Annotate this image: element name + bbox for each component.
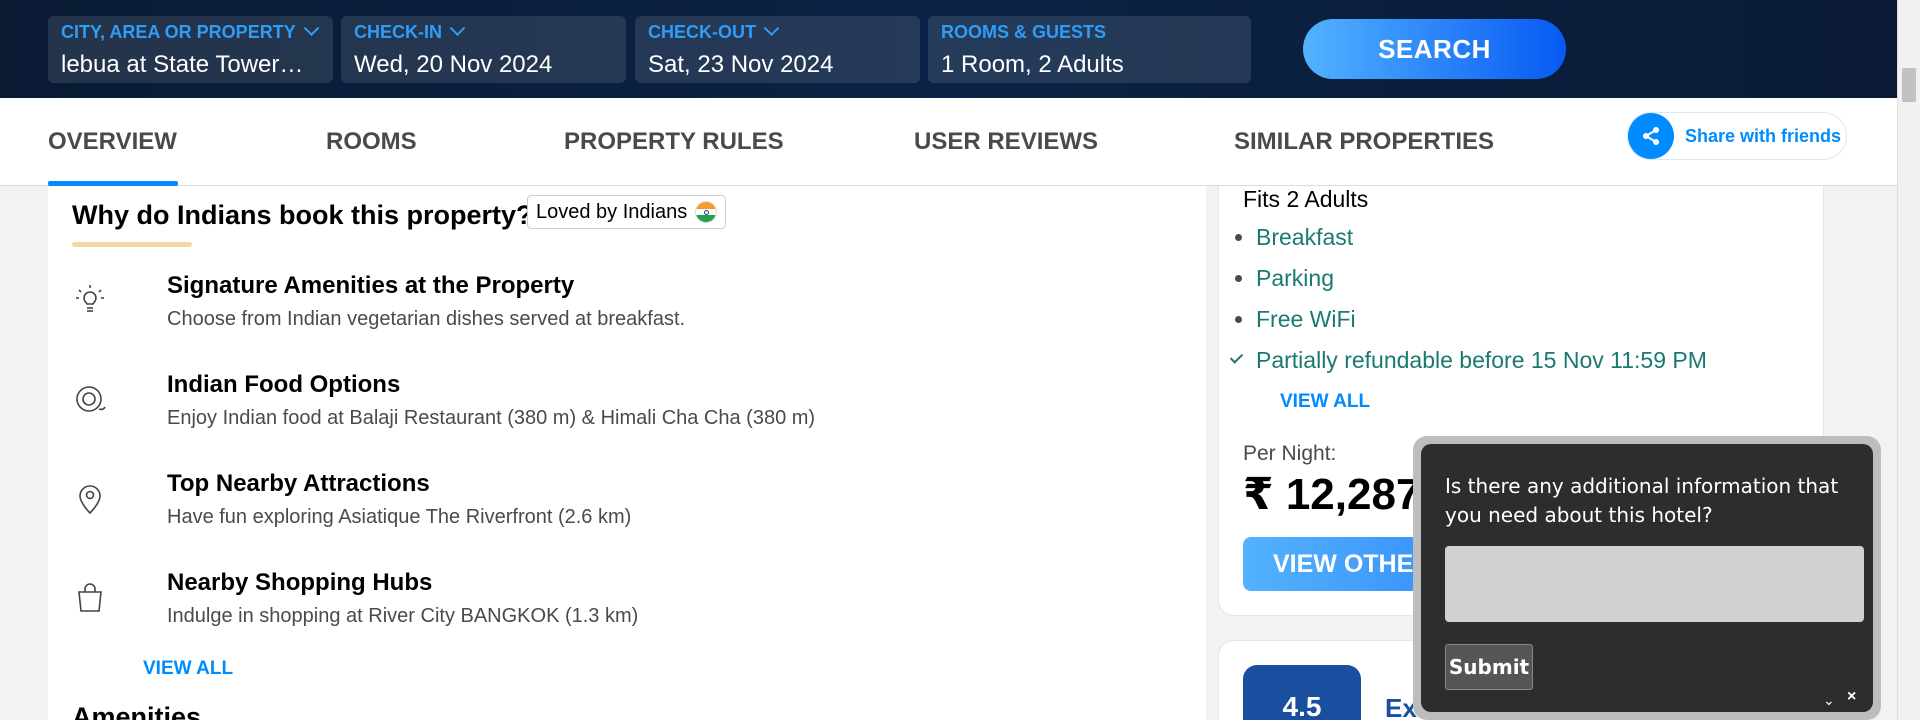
why-book-section: Why do Indians book this property? Loved… bbox=[48, 186, 1206, 720]
page-scrollbar[interactable] bbox=[1897, 0, 1920, 720]
chevron-down-icon bbox=[449, 20, 466, 37]
feature-desc: Enjoy Indian food at Balaji Restaurant (… bbox=[167, 407, 816, 429]
checkin-field[interactable]: CHECK-IN Wed, 20 Nov 2024 bbox=[341, 16, 626, 83]
inclusion-label: Free WiFi bbox=[1256, 306, 1356, 332]
inclusion-label: Breakfast bbox=[1256, 224, 1354, 250]
checkout-label: CHECK-OUT bbox=[648, 22, 756, 42]
feature-title: Indian Food Options bbox=[167, 371, 401, 398]
tab-property-rules[interactable]: PROPERTY RULES bbox=[564, 98, 784, 186]
guests-label: ROOMS & GUESTS bbox=[941, 22, 1107, 42]
tab-similar-properties[interactable]: SIMILAR PROPERTIES bbox=[1234, 98, 1494, 186]
city-field[interactable]: CITY, AREA OR PROPERTY lebua at State To… bbox=[48, 16, 333, 83]
tab-label: OVERVIEW bbox=[48, 128, 177, 155]
chevron-down-icon bbox=[303, 20, 319, 37]
refund-label: Partially refundable before 15 Nov 11:59… bbox=[1256, 347, 1707, 373]
price-value: ₹ 12,287 bbox=[1243, 470, 1421, 519]
room-inclusion: Free WiFi bbox=[1235, 306, 1356, 333]
guests-field[interactable]: ROOMS & GUESTS 1 Room, 2 Adults bbox=[928, 16, 1251, 83]
section-tabs: OVERVIEW ROOMS PROPERTY RULES USER REVIE… bbox=[0, 98, 1897, 186]
share-icon bbox=[1628, 113, 1674, 159]
search-bar: CITY, AREA OR PROPERTY lebua at State To… bbox=[0, 0, 1897, 98]
feature-title: Nearby Shopping Hubs bbox=[167, 569, 433, 596]
room-inclusion: Parking bbox=[1235, 265, 1334, 292]
tab-label: ROOMS bbox=[326, 128, 417, 155]
city-label: CITY, AREA OR PROPERTY bbox=[61, 22, 296, 42]
feature-title: Top Nearby Attractions bbox=[167, 470, 430, 497]
tab-overview[interactable]: OVERVIEW bbox=[48, 98, 178, 186]
view-all-link[interactable]: VIEW ALL bbox=[143, 658, 233, 680]
shopping-bag-icon bbox=[72, 579, 108, 615]
feature-desc: Indulge in shopping at River City BANGKO… bbox=[167, 605, 639, 627]
feature-desc: Have fun exploring Asiatique The Riverfr… bbox=[167, 506, 632, 528]
checkmark-icon bbox=[1229, 350, 1244, 364]
lightbulb-icon bbox=[72, 282, 108, 318]
feature-desc: Choose from Indian vegetarian dishes ser… bbox=[167, 308, 686, 330]
refund-policy: Partially refundable before 15 Nov 11:59… bbox=[1229, 347, 1707, 374]
title-underline bbox=[72, 242, 192, 247]
amenities-heading: Amenities bbox=[72, 702, 202, 720]
room-inclusion: Breakfast bbox=[1235, 224, 1354, 251]
checkin-label: CHECK-IN bbox=[354, 22, 442, 42]
minimize-icon[interactable]: ⌄ bbox=[1823, 692, 1835, 709]
search-button[interactable]: SEARCH bbox=[1303, 19, 1566, 79]
india-flag-icon bbox=[695, 201, 718, 223]
guests-value: 1 Room, 2 Adults bbox=[941, 51, 1124, 78]
chevron-down-icon bbox=[763, 20, 780, 37]
badge-label: Loved by Indians bbox=[536, 200, 688, 223]
scrollbar-thumb[interactable] bbox=[1902, 68, 1916, 102]
tab-label: SIMILAR PROPERTIES bbox=[1234, 128, 1495, 155]
bullet-icon bbox=[1235, 275, 1242, 282]
share-label: Share with friends bbox=[1685, 125, 1842, 146]
per-night-label: Per Night: bbox=[1243, 442, 1337, 465]
feedback-textarea[interactable] bbox=[1445, 546, 1864, 622]
location-pin-icon bbox=[72, 480, 108, 516]
inclusion-label: Parking bbox=[1256, 265, 1334, 291]
tab-label: PROPERTY RULES bbox=[564, 128, 784, 155]
submit-button[interactable]: Submit bbox=[1445, 644, 1533, 690]
section-title: Why do Indians book this property? bbox=[72, 200, 533, 230]
rating-score: 4.5 bbox=[1243, 665, 1361, 720]
close-icon[interactable]: × bbox=[1847, 688, 1856, 706]
bullet-icon bbox=[1235, 316, 1242, 323]
bullet-icon bbox=[1235, 234, 1242, 241]
view-all-inclusions-link[interactable]: VIEW ALL bbox=[1280, 391, 1370, 413]
loved-by-indians-badge: Loved by Indians bbox=[527, 195, 727, 229]
feedback-question: Is there any additional information that… bbox=[1445, 474, 1839, 527]
checkin-value: Wed, 20 Nov 2024 bbox=[354, 51, 553, 78]
tab-rooms[interactable]: ROOMS bbox=[326, 98, 417, 186]
food-plate-icon bbox=[72, 381, 108, 417]
feature-title: Signature Amenities at the Property bbox=[167, 272, 575, 299]
checkout-field[interactable]: CHECK-OUT Sat, 23 Nov 2024 bbox=[635, 16, 920, 83]
checkout-value: Sat, 23 Nov 2024 bbox=[648, 51, 834, 78]
room-occupancy: Fits 2 Adults bbox=[1243, 186, 1369, 212]
tab-label: USER REVIEWS bbox=[914, 128, 1099, 155]
feedback-popup-body: Is there any additional information that… bbox=[1421, 444, 1873, 712]
share-button[interactable]: Share with friends bbox=[1627, 112, 1847, 160]
city-value: lebua at State Tower… bbox=[61, 51, 304, 78]
tab-user-reviews[interactable]: USER REVIEWS bbox=[914, 98, 1098, 186]
feedback-popup: Is there any additional information that… bbox=[1413, 436, 1881, 720]
